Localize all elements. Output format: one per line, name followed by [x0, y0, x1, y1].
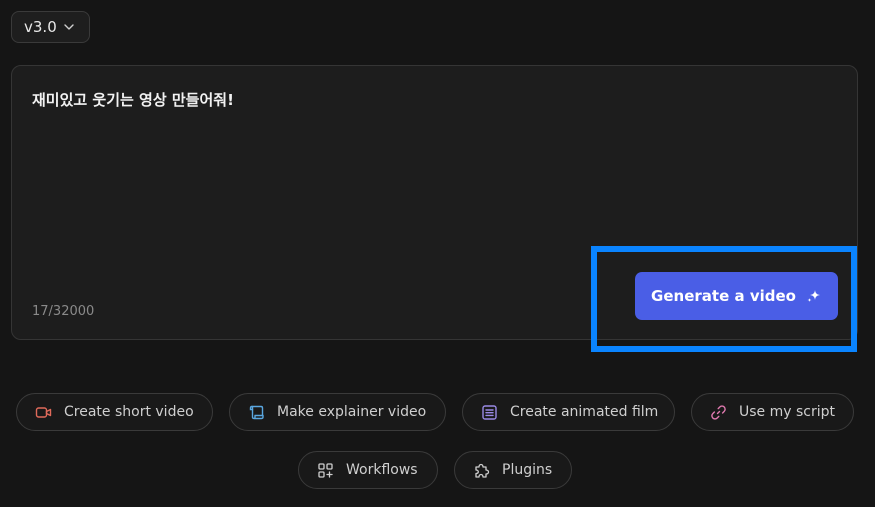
version-dropdown[interactable]: v3.0 — [11, 11, 90, 43]
scroll-icon — [248, 404, 265, 421]
chevron-down-icon — [63, 21, 75, 33]
video-generator-page: v3.0 재미있고 웃기는 영상 만들어줘! 17/32000 Generate… — [0, 0, 875, 507]
prompt-text[interactable]: 재미있고 웃기는 영상 만들어줘! — [32, 89, 234, 110]
puzzle-icon — [473, 462, 490, 479]
chip-label: Use my script — [739, 404, 835, 420]
version-label: v3.0 — [24, 18, 57, 36]
list-document-icon — [481, 404, 498, 421]
chip-label: Create short video — [64, 404, 194, 420]
link-icon — [710, 404, 727, 421]
grid-plus-icon — [317, 462, 334, 479]
plugins-button[interactable]: Plugins — [454, 451, 572, 489]
create-animated-film-button[interactable]: Create animated film — [462, 393, 675, 431]
make-explainer-video-button[interactable]: Make explainer video — [229, 393, 446, 431]
generate-button-label: Generate a video — [651, 287, 796, 305]
chip-label: Plugins — [502, 462, 553, 478]
create-short-video-button[interactable]: Create short video — [16, 393, 213, 431]
chip-label: Make explainer video — [277, 404, 427, 420]
sparkle-icon — [806, 288, 822, 304]
use-my-script-button[interactable]: Use my script — [691, 393, 854, 431]
character-count: 17/32000 — [32, 304, 95, 319]
workflows-button[interactable]: Workflows — [298, 451, 438, 489]
video-camera-icon — [35, 404, 52, 421]
generate-video-button[interactable]: Generate a video — [635, 272, 838, 320]
chip-label: Create animated film — [510, 404, 659, 420]
chip-label: Workflows — [346, 462, 418, 478]
